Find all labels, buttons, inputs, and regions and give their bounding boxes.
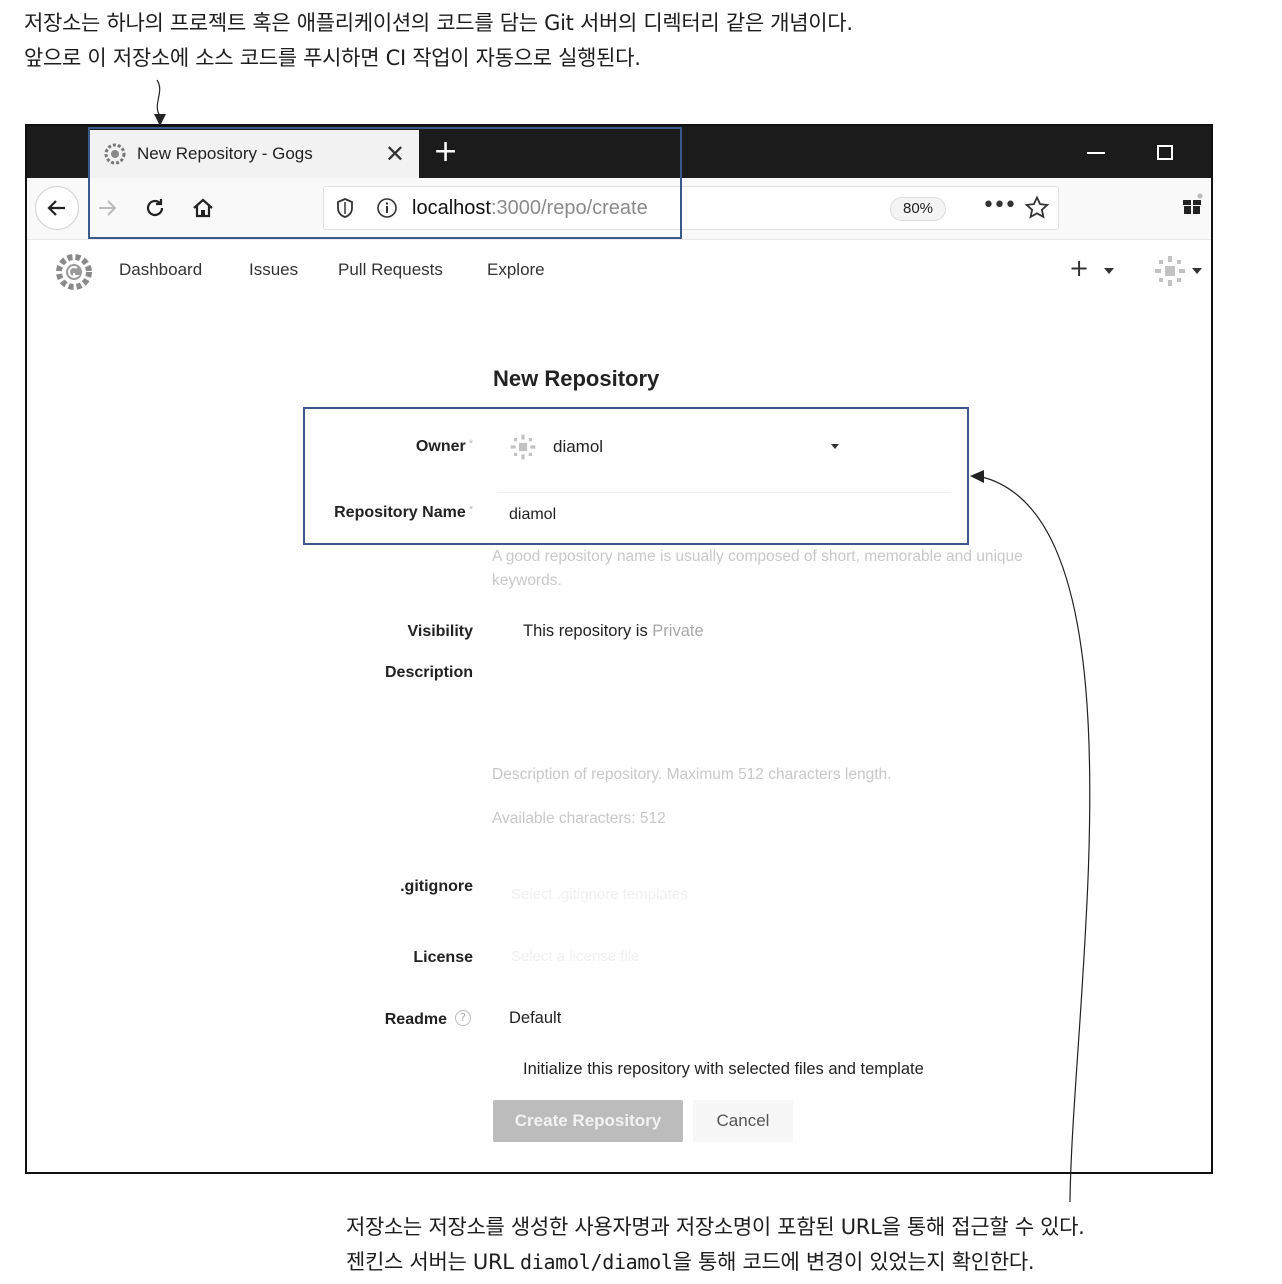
gogs-header: Dashboard Issues Pull Requests Explore +: [27, 240, 1211, 302]
annotation-bottom-code: diamol/diamol: [520, 1250, 673, 1274]
gift-icon[interactable]: [1181, 193, 1203, 219]
nav-issues[interactable]: Issues: [249, 260, 298, 280]
gitignore-select[interactable]: Select .gitignore templates: [511, 886, 688, 903]
minimize-icon[interactable]: [1087, 152, 1105, 154]
maximize-icon[interactable]: [1157, 145, 1173, 160]
annotation-top: 저장소는 하나의 프로젝트 혹은 애플리케이션의 코드를 담는 Git 서버의 …: [24, 6, 853, 76]
back-arrow-icon[interactable]: [35, 186, 79, 230]
visibility-private: Private: [652, 622, 704, 640]
description-label: Description: [384, 664, 473, 681]
question-icon[interactable]: ?: [455, 1010, 471, 1026]
initialize-checkbox-label[interactable]: Initialize this repository with selected…: [523, 1060, 924, 1079]
annotation-bottom-line2-a: 젠킨스 서버는 URL: [346, 1250, 521, 1274]
page-title: New Repository: [493, 366, 660, 391]
user-avatar[interactable]: [1153, 254, 1187, 292]
more-dots-icon[interactable]: •••: [982, 193, 1017, 218]
highlight-box-tab-url: [88, 127, 682, 239]
highlight-box-owner-repo: [303, 407, 969, 545]
readme-label: Readme: [73, 1011, 447, 1029]
repo-name-help: A good repository name is usually compos…: [492, 548, 1023, 589]
chevron-down-icon[interactable]: [1192, 268, 1202, 274]
gitignore-label: .gitignore: [400, 878, 473, 895]
annotation-bottom-line2-b: 을 통해 코드에 변경이 있었는지 확인한다.: [672, 1250, 1035, 1274]
annotation-top-line1: 저장소는 하나의 프로젝트 혹은 애플리케이션의 코드를 담는 Git 서버의 …: [24, 11, 853, 35]
readme-select[interactable]: Default: [509, 1009, 561, 1028]
zoom-level-badge[interactable]: 80%: [890, 197, 946, 221]
cancel-button[interactable]: Cancel: [693, 1100, 793, 1142]
annotation-top-line2: 앞으로 이 저장소에 소스 코드를 푸시하면 CI 작업이 자동으로 실행된다.: [24, 46, 641, 70]
nav-dashboard[interactable]: Dashboard: [119, 260, 202, 280]
visibility-text: This repository is: [523, 622, 653, 640]
annotation-bottom-line2: 젠킨스 서버는 URL diamol/diamol을 통해 코드에 변경이 있었…: [346, 1245, 1085, 1280]
nav-explore[interactable]: Explore: [487, 260, 545, 280]
chevron-down-icon[interactable]: [1104, 268, 1114, 274]
readme-label-text: Readme: [384, 1011, 447, 1028]
license-select[interactable]: Select a license file: [511, 948, 639, 965]
create-repository-button[interactable]: Create Repository: [493, 1100, 683, 1142]
license-label: License: [413, 949, 473, 966]
plus-icon[interactable]: +: [1069, 254, 1089, 282]
annotation-bottom-line1: 저장소는 저장소를 생성한 사용자명과 저장소명이 포함된 URL을 통해 접근…: [346, 1215, 1085, 1239]
bookmark-star-icon[interactable]: [1024, 195, 1050, 225]
gogs-logo-icon[interactable]: [55, 253, 93, 295]
description-help: Description of repository. Maximum 512 c…: [492, 766, 892, 783]
top-callout-arrow: [156, 79, 161, 117]
visibility-label: Visibility: [407, 623, 473, 640]
available-characters: Available characters: 512: [492, 810, 666, 827]
browser-window: New Repository - Gogs ✕ + localhost:3000…: [25, 124, 1213, 1174]
annotation-bottom: 저장소는 저장소를 생성한 사용자명과 저장소명이 포함된 URL을 통해 접근…: [346, 1210, 1085, 1280]
visibility-checkbox-label[interactable]: This repository is Private: [523, 622, 704, 641]
nav-pull-requests[interactable]: Pull Requests: [338, 260, 443, 280]
